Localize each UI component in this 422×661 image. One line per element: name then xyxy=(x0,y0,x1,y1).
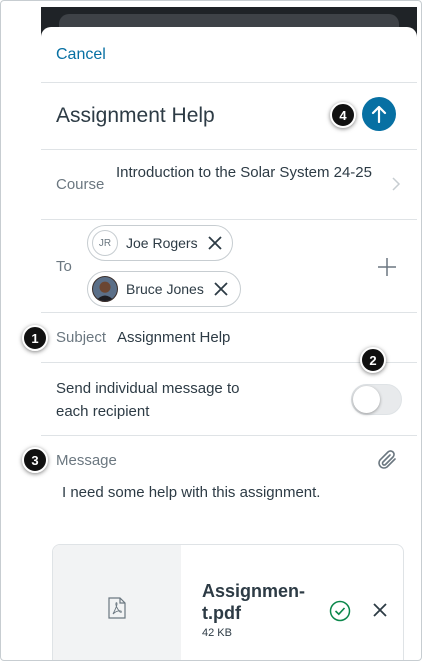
attachment-file-size: 42 KB xyxy=(202,627,232,639)
send-button[interactable] xyxy=(362,97,396,131)
attachment-thumbnail xyxy=(53,545,181,660)
recipient-chip[interactable]: Bruce Jones xyxy=(87,271,241,307)
check-circle-icon xyxy=(329,600,351,622)
divider xyxy=(41,312,417,313)
callout-badge: 1 xyxy=(22,325,48,351)
screenshot-frame: Cancel Assignment Help Course Introducti… xyxy=(0,0,422,661)
avatar: JR xyxy=(92,230,118,256)
subject-input[interactable]: Assignment Help xyxy=(117,329,230,346)
send-arrow-up-icon xyxy=(371,105,387,123)
avatar xyxy=(92,276,118,302)
close-icon[interactable] xyxy=(207,236,222,250)
callout-badge: 2 xyxy=(360,347,386,373)
cancel-button[interactable]: Cancel xyxy=(56,46,106,64)
callout-badge: 4 xyxy=(330,102,356,128)
individual-message-label: Send individual message to each recipien… xyxy=(56,380,240,420)
divider xyxy=(41,219,417,220)
page-title: Assignment Help xyxy=(56,104,215,127)
attachment-file-name: Assignmen-t.pdf xyxy=(202,581,306,623)
recipient-name: Bruce Jones xyxy=(126,281,204,297)
recipient-chip[interactable]: JR Joe Rogers xyxy=(87,225,233,261)
callout-badge: 3 xyxy=(22,447,48,473)
chevron-right-icon[interactable] xyxy=(391,177,401,191)
divider xyxy=(41,435,417,436)
recipient-name: Joe Rogers xyxy=(126,235,198,251)
attachment-card[interactable]: Assignmen-t.pdf 42 KB xyxy=(52,544,404,660)
close-icon[interactable] xyxy=(372,602,388,618)
compose-message-sheet: Cancel Assignment Help Course Introducti… xyxy=(41,27,417,660)
divider xyxy=(41,149,417,150)
to-label: To xyxy=(56,258,72,275)
message-label: Message xyxy=(56,452,117,469)
message-body-input[interactable]: I need some help with this assignment. xyxy=(62,484,320,501)
individual-message-toggle[interactable] xyxy=(351,384,402,415)
course-label: Course xyxy=(56,176,105,193)
plus-icon[interactable] xyxy=(377,257,397,277)
divider xyxy=(41,82,417,83)
subject-label: Subject xyxy=(56,329,107,346)
close-icon[interactable] xyxy=(214,282,228,296)
toggle-knob xyxy=(353,386,380,413)
course-value[interactable]: Introduction to the Solar System 24-25 xyxy=(116,161,376,184)
paperclip-icon[interactable] xyxy=(375,448,399,472)
pdf-file-icon xyxy=(108,596,126,619)
